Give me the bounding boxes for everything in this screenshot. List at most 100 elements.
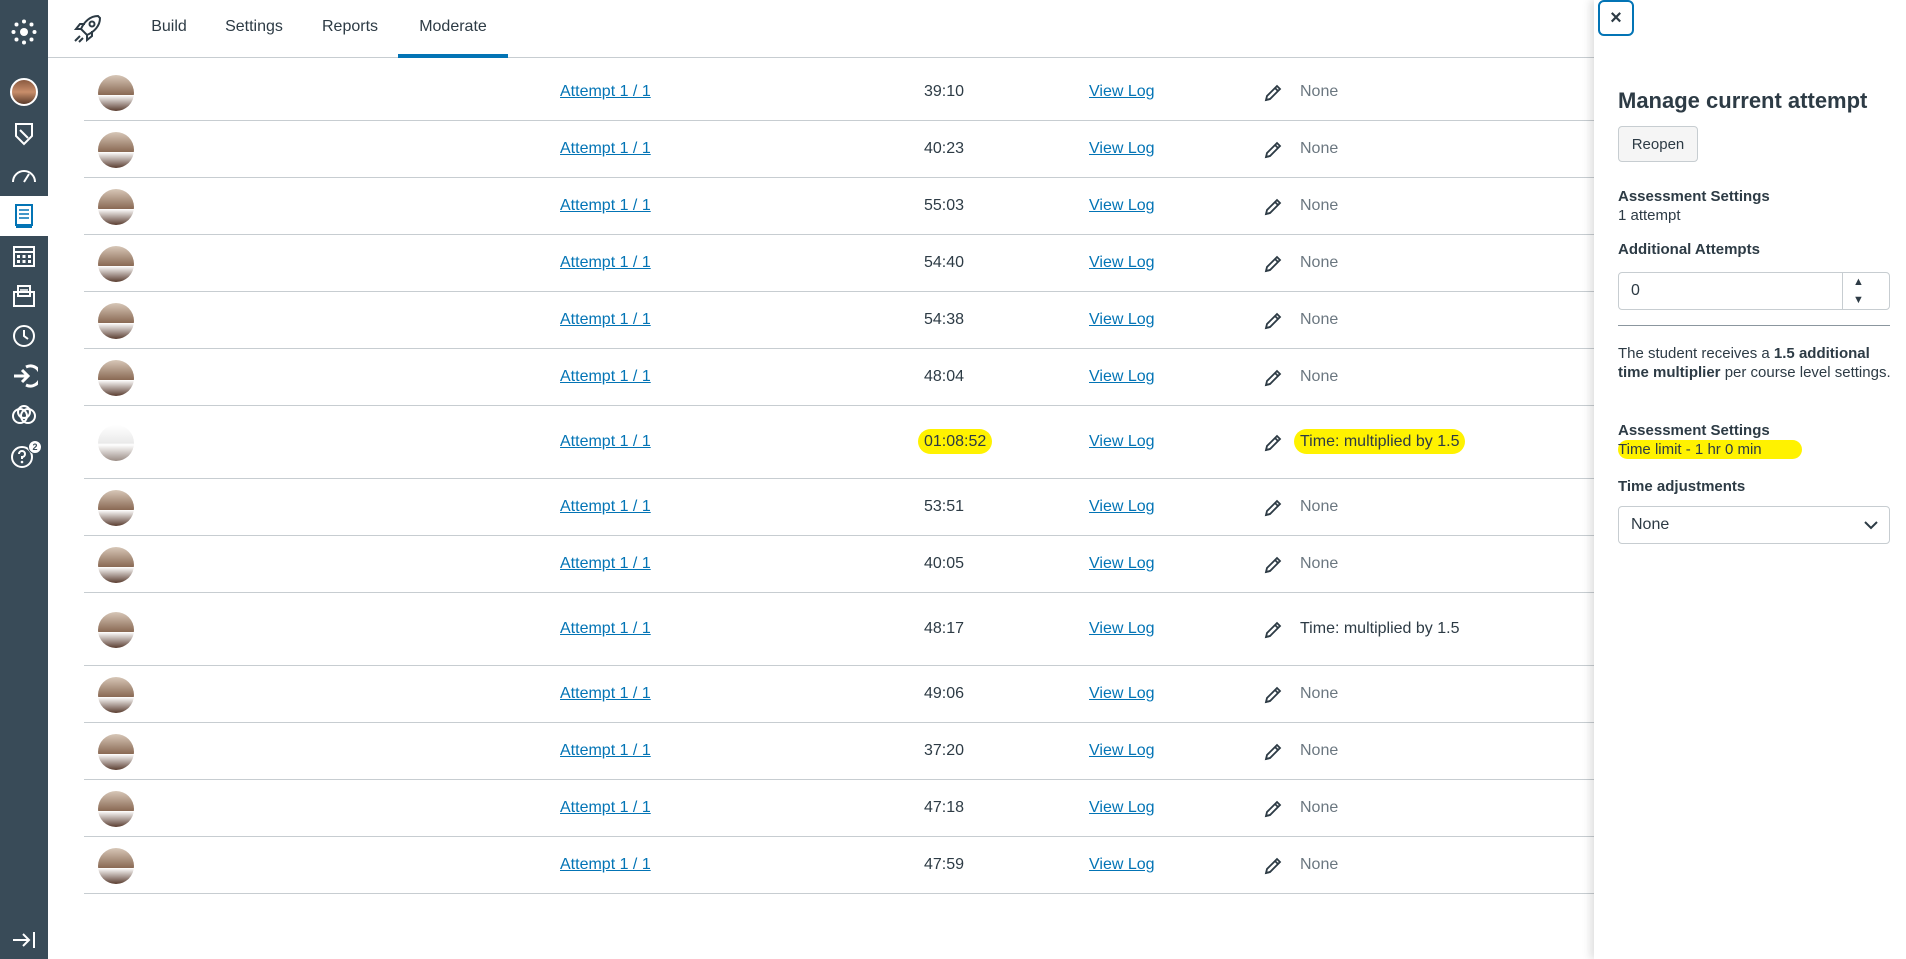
time-adjustments-select[interactable]: None — [1618, 506, 1890, 544]
manage-attempt-tray: × Manage current attempt Reopen Assessme… — [1594, 0, 1906, 959]
accommodation-text: None — [1300, 139, 1339, 157]
courses-icon[interactable] — [0, 196, 48, 236]
increment-button[interactable]: ▲ — [1842, 273, 1874, 291]
studio-icon[interactable] — [0, 398, 48, 434]
attempt-link[interactable]: Attempt 1 / 1 — [560, 197, 651, 215]
decrement-button[interactable]: ▼ — [1842, 291, 1874, 309]
table-row: Attempt 1 / 1 54:40 View Log None — [84, 235, 1594, 292]
student-avatar — [98, 489, 134, 526]
pencil-icon[interactable] — [1262, 367, 1284, 389]
duration: 39:10 — [924, 82, 965, 100]
student-avatar — [98, 359, 134, 396]
view-log-link[interactable]: View Log — [1089, 311, 1155, 329]
duration: 48:17 — [924, 619, 965, 637]
accommodation-text: None — [1300, 741, 1339, 759]
attempts-text: 1 attempt — [1618, 207, 1681, 224]
divider — [1618, 325, 1890, 326]
table-row: Attempt 1 / 1 40:23 View Log None — [84, 121, 1594, 178]
help-badge: 2 — [28, 440, 42, 454]
pencil-icon[interactable] — [1262, 253, 1284, 275]
pencil-icon[interactable] — [1262, 310, 1284, 332]
view-log-link[interactable]: View Log — [1089, 498, 1155, 516]
table-row: Attempt 1 / 1 53:51 View Log None — [84, 479, 1594, 536]
duration: 48:04 — [924, 367, 965, 385]
attempt-link[interactable]: Attempt 1 / 1 — [560, 433, 651, 451]
pencil-icon[interactable] — [1262, 741, 1284, 763]
attempt-link[interactable]: Attempt 1 / 1 — [560, 742, 651, 760]
pencil-icon[interactable] — [1262, 798, 1284, 820]
pencil-icon[interactable] — [1262, 619, 1284, 641]
view-log-link[interactable]: View Log — [1089, 254, 1155, 272]
attempt-link[interactable]: Attempt 1 / 1 — [560, 856, 651, 874]
tray-title: Manage current attempt — [1618, 88, 1868, 113]
attempt-link[interactable]: Attempt 1 / 1 — [560, 254, 651, 272]
pencil-icon[interactable] — [1262, 432, 1284, 454]
pencil-icon[interactable] — [1262, 554, 1284, 576]
pencil-icon[interactable] — [1262, 196, 1284, 218]
attempt-link[interactable]: Attempt 1 / 1 — [560, 311, 651, 329]
table-row: Attempt 1 / 1 40:05 View Log None — [84, 536, 1594, 593]
view-log-link[interactable]: View Log — [1089, 83, 1155, 101]
accommodation-text: None — [1300, 310, 1339, 328]
student-avatar — [98, 302, 134, 339]
view-log-link[interactable]: View Log — [1089, 799, 1155, 817]
pencil-icon[interactable] — [1262, 497, 1284, 519]
expand-nav-icon[interactable] — [0, 922, 48, 958]
inbox-icon[interactable] — [0, 278, 48, 314]
duration: 49:06 — [924, 684, 965, 702]
table-row: Attempt 1 / 1 55:03 View Log None — [84, 178, 1594, 235]
view-log-link[interactable]: View Log — [1089, 368, 1155, 386]
pencil-icon[interactable] — [1262, 684, 1284, 706]
table-row: Attempt 1 / 1 48:04 View Log None — [84, 349, 1594, 406]
view-log-link[interactable]: View Log — [1089, 685, 1155, 703]
pencil-icon[interactable] — [1262, 139, 1284, 161]
chevron-down-icon — [1864, 521, 1878, 530]
admin-shield-icon[interactable] — [0, 116, 48, 152]
attempt-link[interactable]: Attempt 1 / 1 — [560, 620, 651, 638]
student-avatar — [98, 245, 134, 282]
tab-reports[interactable]: Reports — [320, 0, 380, 58]
table-row: Attempt 1 / 1 47:59 View Log None — [84, 837, 1594, 894]
account-avatar[interactable] — [0, 74, 48, 110]
attempt-link[interactable]: Attempt 1 / 1 — [560, 83, 651, 101]
tab-settings[interactable]: Settings — [224, 0, 284, 58]
attempt-link[interactable]: Attempt 1 / 1 — [560, 555, 651, 573]
attempt-link[interactable]: Attempt 1 / 1 — [560, 685, 651, 703]
accommodation-text: None — [1300, 684, 1339, 702]
close-button[interactable]: × — [1598, 0, 1634, 36]
attempt-link[interactable]: Attempt 1 / 1 — [560, 140, 651, 158]
attempt-link[interactable]: Attempt 1 / 1 — [560, 498, 651, 516]
pencil-icon[interactable] — [1262, 82, 1284, 104]
duration: 47:59 — [924, 855, 965, 873]
help-icon[interactable]: 2 — [0, 438, 48, 474]
table-row: Attempt 1 / 1 48:17 View Log Time: multipli… — [84, 593, 1594, 666]
view-log-link[interactable]: View Log — [1089, 742, 1155, 760]
view-log-link[interactable]: View Log — [1089, 140, 1155, 158]
view-log-link[interactable]: View Log — [1089, 197, 1155, 215]
accommodation-text: None — [1300, 798, 1339, 816]
duration: 40:05 — [924, 554, 965, 572]
student-avatar — [98, 424, 134, 461]
history-icon[interactable] — [0, 318, 48, 354]
tab-moderate[interactable]: Moderate — [398, 0, 508, 58]
calendar-icon[interactable] — [0, 238, 48, 274]
view-log-link[interactable]: View Log — [1089, 433, 1155, 451]
commons-icon[interactable] — [0, 358, 48, 394]
duration: 55:03 — [924, 196, 965, 214]
dashboard-icon[interactable] — [0, 158, 48, 194]
view-log-link[interactable]: View Log — [1089, 620, 1155, 638]
attempt-link[interactable]: Attempt 1 / 1 — [560, 799, 651, 817]
duration: 37:20 — [924, 741, 965, 759]
tab-build[interactable]: Build — [148, 0, 190, 58]
time-limit-text: Time limit - 1 hr 0 min — [1618, 440, 1802, 459]
view-log-link[interactable]: View Log — [1089, 856, 1155, 874]
student-avatar — [98, 546, 134, 583]
student-avatar — [98, 611, 134, 648]
attempt-link[interactable]: Attempt 1 / 1 — [560, 368, 651, 386]
reopen-button[interactable]: Reopen — [1618, 126, 1698, 162]
student-avatar — [98, 676, 134, 713]
view-log-link[interactable]: View Log — [1089, 555, 1155, 573]
table-row: Attempt 1 / 1 01:08:52 View Log Time: multi… — [84, 406, 1594, 479]
pencil-icon[interactable] — [1262, 855, 1284, 877]
canvas-logo-icon[interactable] — [0, 14, 48, 50]
